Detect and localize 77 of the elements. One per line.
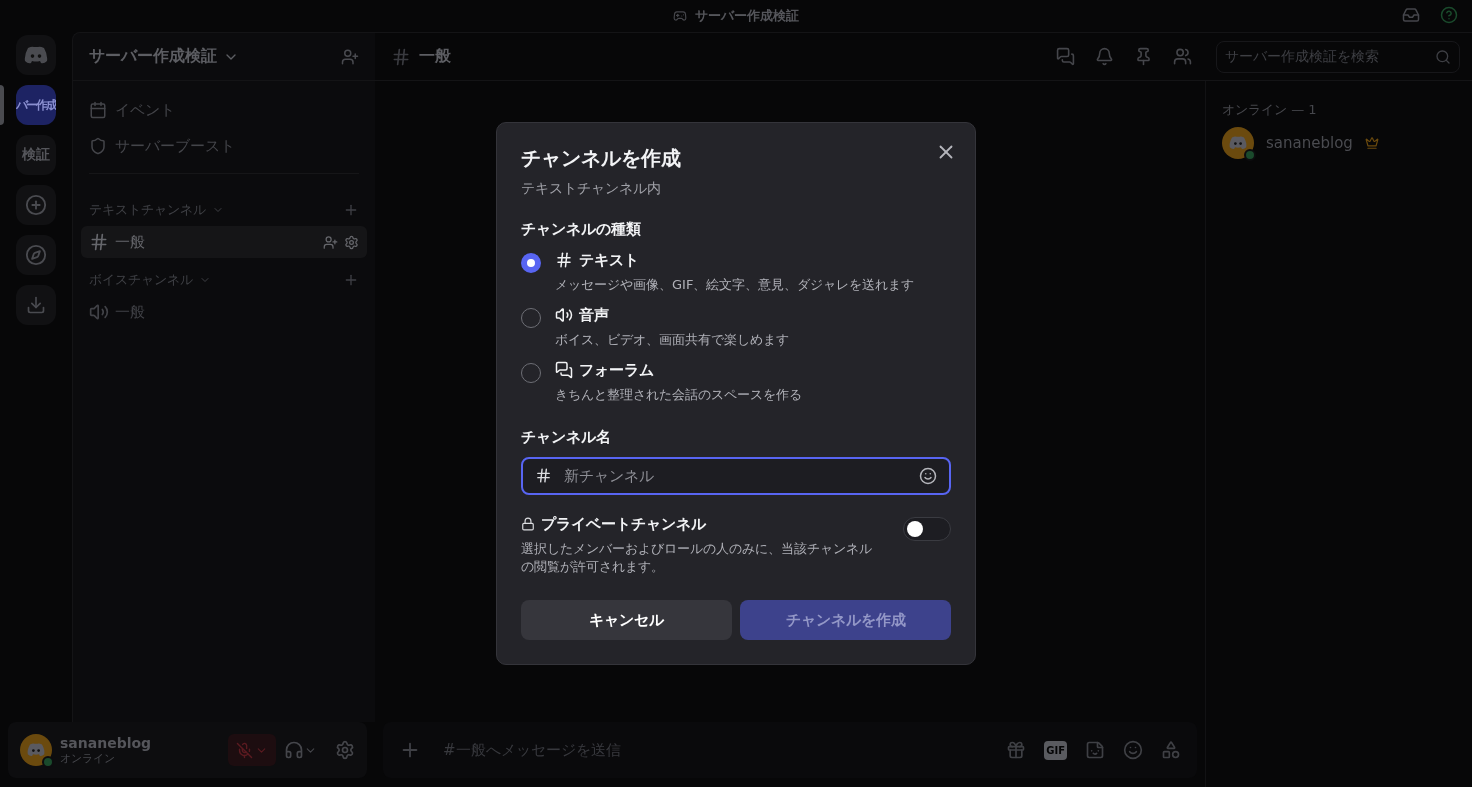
channel-name: 一般 (115, 232, 145, 252)
server-button[interactable]: バー作成 (16, 85, 56, 125)
avatar[interactable] (20, 734, 52, 766)
app-logo-icon (1229, 136, 1247, 150)
download-icon (26, 295, 46, 315)
avatar[interactable] (1222, 127, 1254, 159)
lock-icon (521, 517, 535, 532)
hash-icon (555, 251, 573, 270)
settings-icon[interactable] (344, 234, 359, 250)
headphones-icon (284, 740, 304, 760)
calendar-icon (89, 101, 107, 119)
member-name[interactable]: sananeblog (1266, 134, 1353, 152)
add-channel-icon[interactable] (343, 202, 359, 218)
private-channel-label: プライベートチャンネル (541, 514, 706, 534)
channel-type-description: メッセージや画像、GIF、絵文字、意見、ダジャレを送れます (555, 275, 915, 294)
server-button[interactable]: 検証 (16, 135, 56, 175)
mic-button[interactable] (228, 734, 276, 766)
home-button[interactable] (16, 35, 56, 75)
dialog-subtitle: テキストチャンネル内 (521, 179, 662, 198)
cancel-button[interactable]: キャンセル (521, 600, 732, 641)
invite-icon[interactable] (341, 47, 359, 66)
hash-icon (89, 232, 109, 252)
emoji-icon[interactable] (919, 466, 937, 485)
sidebar-item-label: イベント (115, 100, 175, 120)
section-label: チャンネルの種類 (521, 219, 642, 239)
app-logo-icon (24, 45, 48, 65)
settings-icon[interactable] (335, 740, 355, 760)
add-server-button[interactable] (16, 185, 56, 225)
channel-title: 一般 (419, 46, 451, 67)
user-name: sananeblog (60, 734, 152, 751)
sidebar-item[interactable]: サーバーブースト (81, 129, 367, 163)
pin-icon[interactable] (1134, 47, 1153, 66)
forum-icon (555, 361, 573, 380)
speaker-icon (89, 302, 109, 322)
sidebar-item[interactable]: イベント (81, 93, 367, 127)
channel-name-field[interactable]: 新チャンネル (521, 456, 951, 495)
headphones-button[interactable] (284, 740, 317, 760)
explore-button[interactable] (16, 235, 56, 275)
hash-icon (391, 46, 411, 67)
apps-icon[interactable] (1161, 740, 1181, 760)
app-logo-icon (27, 743, 45, 757)
sidebar-item-label: サーバーブースト (115, 136, 235, 156)
gif-button[interactable]: GIF (1044, 740, 1067, 760)
help-icon[interactable] (1440, 6, 1458, 24)
hash-icon (535, 467, 552, 485)
channel-type-description: ボイス、ビデオ、画面共有で楽しめます (555, 330, 789, 349)
section-label: チャンネル名 (521, 427, 612, 447)
channel-type-description: きちんと整理された会話のスペースを作る (555, 385, 802, 404)
invite-icon[interactable] (323, 234, 338, 250)
window-title: サーバー作成検証 (695, 7, 799, 25)
channel-name-input[interactable]: 新チャンネル (562, 465, 909, 486)
muted-mic-icon (236, 741, 253, 759)
online-dot (42, 756, 54, 768)
channel-item[interactable]: 一般 (81, 226, 367, 258)
channel-type-label: フォーラム (579, 360, 654, 380)
radio-button[interactable] (521, 252, 541, 273)
private-toggle[interactable] (903, 516, 951, 541)
threads-icon[interactable] (1056, 47, 1075, 66)
sticker-icon[interactable] (1085, 740, 1105, 760)
dialog-title: チャンネルを作成 (521, 144, 681, 172)
shield-icon (89, 137, 107, 155)
add-channel-icon[interactable] (343, 272, 359, 288)
plus-icon (25, 194, 47, 216)
gift-icon[interactable] (1006, 740, 1027, 760)
search-icon (1435, 48, 1451, 65)
server-name[interactable]: サーバー作成検証 (89, 46, 217, 67)
member-group-heading: オンライン — 1 (1222, 101, 1318, 119)
channel-type-label: テキスト (579, 250, 639, 270)
compass-icon (25, 244, 47, 266)
channel-type-label: 音声 (579, 305, 609, 325)
download-button[interactable] (16, 285, 56, 325)
inbox-icon[interactable] (1402, 6, 1420, 24)
speaker-icon (555, 306, 573, 325)
bell-icon[interactable] (1095, 47, 1114, 66)
private-channel-description: 選択したメンバーおよびロールの人のみに、当該チャンネルの閲覧が許可されます。 (521, 539, 873, 576)
online-dot (1244, 149, 1256, 161)
members-icon[interactable] (1173, 47, 1192, 66)
